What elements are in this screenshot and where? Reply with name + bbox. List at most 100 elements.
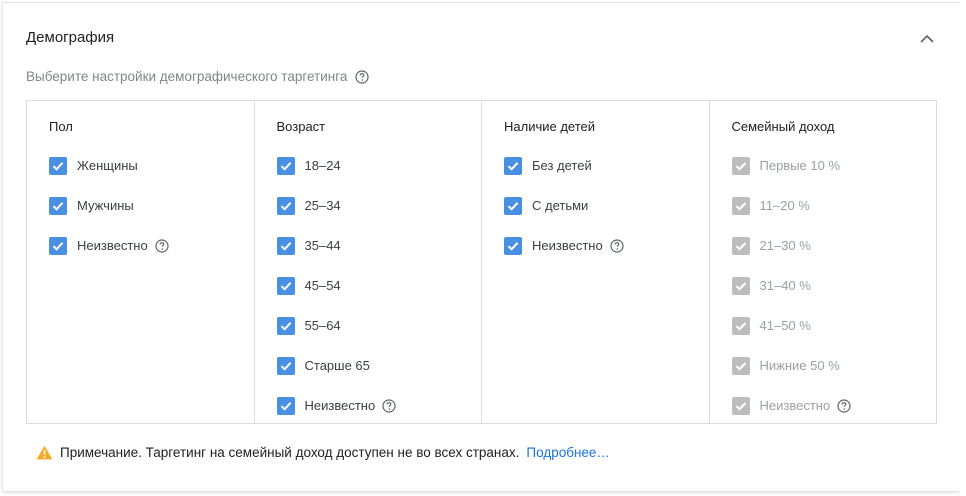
options-list: Без детей С детьми Неизвестно (504, 155, 699, 275)
column-title: Возраст (276, 119, 326, 134)
note-text: Примечание. Таргетинг на семейный доход … (60, 445, 520, 460)
option-label-wrap: 21–30 % (760, 235, 811, 257)
checkbox (731, 397, 750, 415)
column-title: Семейный доход (731, 119, 835, 134)
help-icon[interactable] (355, 69, 369, 84)
option-label: 21–30 % (759, 238, 811, 253)
column-title: Наличие детей (504, 119, 596, 134)
column-3: Семейный доход Первые 10 % 11–20 % 21–30 % 3… (710, 101, 937, 423)
checkbox[interactable] (276, 397, 295, 415)
option-row[interactable]: 55–64 (276, 315, 472, 355)
option-label-wrap: 55–64 (305, 315, 341, 337)
option-row[interactable]: Женщины (49, 155, 244, 195)
chevron-up-icon (920, 34, 934, 43)
option-label: Мужчины (77, 198, 134, 213)
help-icon[interactable] (155, 239, 169, 253)
checkbox (731, 317, 750, 335)
section-subtitle: Выберите настройки демографического тарг… (26, 69, 369, 84)
section-title: Демография (26, 29, 115, 46)
option-label: 31–40 % (759, 278, 811, 293)
checkbox (731, 357, 750, 375)
option-label-wrap: 45–54 (305, 275, 341, 297)
checkbox[interactable] (49, 197, 67, 215)
learn-more-link[interactable]: Подробнее… (526, 445, 610, 460)
column-0: Пол Женщины Мужчины Неизвестно (27, 101, 255, 423)
checkbox[interactable] (276, 357, 295, 375)
checkbox[interactable] (504, 157, 522, 175)
checkbox[interactable] (504, 237, 522, 255)
option-row[interactable]: Старше 65 (276, 355, 472, 395)
option-label: Без детей (532, 158, 592, 173)
option-label: Первые 10 % (759, 158, 841, 173)
option-row[interactable]: Мужчины (49, 195, 244, 235)
demographics-grid: Пол Женщины Мужчины Неизвестно Возраст 18–24 2… (26, 100, 937, 424)
checkbox[interactable] (276, 237, 295, 255)
demographics-card: Демография Выберите настройки демографич… (3, 3, 960, 491)
option-row[interactable]: 45–54 (276, 275, 472, 315)
option-row[interactable]: Неизвестно (276, 395, 472, 435)
checkbox[interactable] (49, 157, 67, 175)
option-label-wrap: Неизвестно (305, 395, 397, 417)
option-label-wrap: Неизвестно (760, 395, 852, 417)
option-label-wrap: 31–40 % (760, 275, 811, 297)
option-row[interactable]: 25–34 (276, 195, 472, 235)
option-label: С детьми (532, 198, 589, 213)
option-label: Женщины (77, 158, 138, 173)
option-label-wrap: 11–20 % (760, 195, 810, 217)
column-2: Наличие детей Без детей С детьми Неизвестно (482, 101, 710, 423)
checkbox[interactable] (276, 317, 295, 335)
checkbox (731, 237, 750, 255)
options-list: 18–24 25–34 35–44 45–54 55–64 Старше 65 Неизве… (276, 155, 472, 435)
options-list: Женщины Мужчины Неизвестно (49, 155, 244, 275)
checkbox[interactable] (504, 197, 522, 215)
option-label-wrap: Неизвестно (77, 235, 169, 257)
help-icon[interactable] (837, 399, 851, 413)
option-row[interactable]: Без детей (504, 155, 699, 195)
option-label: 35–44 (304, 238, 341, 253)
option-label-wrap: Мужчины (77, 195, 134, 217)
option-row: 41–50 % (731, 315, 927, 355)
help-icon[interactable] (610, 239, 624, 253)
option-label: 55–64 (304, 318, 341, 333)
option-label: Старше 65 (304, 358, 370, 373)
option-row: 21–30 % (731, 235, 927, 275)
option-label-wrap: Старше 65 (305, 355, 370, 377)
option-row[interactable]: 35–44 (276, 235, 472, 275)
option-label: Неизвестно (532, 238, 603, 253)
option-label: Неизвестно (304, 398, 376, 413)
option-label: 45–54 (304, 278, 341, 293)
option-row[interactable]: Неизвестно (504, 235, 699, 275)
collapse-button[interactable] (916, 27, 938, 49)
option-row[interactable]: 18–24 (276, 155, 472, 195)
option-row[interactable]: С детьми (504, 195, 699, 235)
option-label: 25–34 (304, 198, 341, 213)
option-label-wrap: 18–24 (305, 155, 341, 177)
checkbox (731, 277, 750, 295)
income-note: Примечание. Таргетинг на семейный доход … (36, 445, 610, 460)
warning-icon (36, 445, 53, 460)
subtitle-text: Выберите настройки демографического тарг… (26, 69, 348, 84)
option-label: Неизвестно (77, 238, 148, 253)
checkbox[interactable] (276, 277, 295, 295)
option-label: Неизвестно (759, 398, 831, 413)
checkbox[interactable] (276, 197, 295, 215)
option-row: Неизвестно (731, 395, 927, 435)
option-row: Нижние 50 % (731, 355, 927, 395)
option-label-wrap: Нижние 50 % (760, 355, 840, 377)
option-label-wrap: 25–34 (305, 195, 341, 217)
checkbox[interactable] (276, 157, 295, 175)
checkbox[interactable] (49, 237, 67, 255)
option-row: 31–40 % (731, 275, 927, 315)
column-title: Пол (49, 119, 73, 134)
option-label-wrap: Без детей (532, 155, 592, 177)
option-label-wrap: Первые 10 % (760, 155, 841, 177)
option-label-wrap: Неизвестно (532, 235, 624, 257)
option-label: 18–24 (304, 158, 341, 173)
option-label: 11–20 % (759, 198, 810, 213)
page-edge (960, 0, 966, 496)
checkbox (731, 157, 750, 175)
option-label-wrap: 35–44 (305, 235, 341, 257)
help-icon[interactable] (382, 399, 396, 413)
option-label: 41–50 % (759, 318, 811, 333)
option-row[interactable]: Неизвестно (49, 235, 244, 275)
